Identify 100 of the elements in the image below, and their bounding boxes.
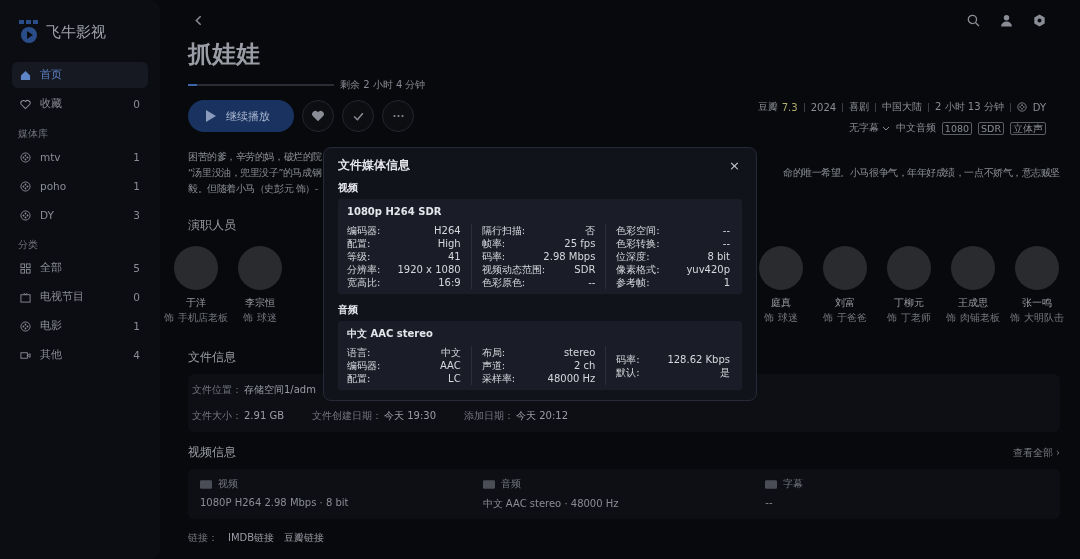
section-heading: 视频	[338, 182, 359, 194]
stream-value: --	[765, 497, 774, 508]
property-label: 布局:	[481, 346, 506, 359]
app-logo-text: 飞牛影视	[46, 22, 106, 42]
settings-icon[interactable]	[1033, 13, 1046, 27]
watched-button[interactable]	[342, 100, 374, 132]
property-value: 16:9	[438, 276, 461, 289]
film-reel-icon	[20, 320, 31, 332]
stream-title: 中文 AAC stereo	[347, 328, 434, 340]
property-value: 1920 x 1080	[397, 263, 461, 276]
subtitle-dropdown[interactable]: 无字幕	[848, 121, 890, 135]
photo-placeholder[interactable]	[1015, 246, 1059, 290]
film-reel-icon	[20, 151, 31, 163]
property-value: 中文	[440, 346, 461, 359]
external-link[interactable]: 豆瓣链接	[284, 531, 325, 545]
play-button[interactable]: 继续播放	[188, 100, 294, 132]
property-value: --	[588, 276, 596, 289]
photo-placeholder[interactable]	[174, 246, 218, 290]
grid-icon	[20, 262, 31, 274]
property-label: 等级:	[347, 250, 371, 263]
property-value: 2 ch	[573, 359, 596, 372]
dialog-title: 文件媒体信息	[338, 156, 410, 174]
photo-placeholder[interactable]	[238, 246, 282, 290]
remaining-time: 剩余 2 小时 4 分钟	[340, 78, 426, 92]
logo-icon	[18, 20, 40, 44]
property-label: 色彩原色:	[481, 276, 526, 289]
cast-role: 饰 肉铺老板	[946, 312, 1000, 325]
property-value: 是	[720, 365, 730, 379]
movie-title: 抓娃娃	[188, 40, 261, 68]
property-value: 128.62 Kbps	[667, 352, 730, 366]
property-label: 分辨率:	[347, 263, 381, 276]
section-heading: 音频	[338, 304, 359, 316]
user-icon[interactable]	[1000, 13, 1013, 27]
stream-title: 1080p H264 SDR	[347, 206, 443, 218]
photo-placeholder[interactable]	[887, 246, 931, 290]
cast-role: 饰 球迷	[243, 312, 277, 325]
format-tag: 立体声	[1010, 121, 1046, 135]
more-button[interactable]	[382, 100, 414, 132]
field-label: 文件位置：	[192, 384, 242, 396]
property-label: 像素格式:	[616, 263, 660, 276]
field-label: 文件大小：	[192, 410, 242, 422]
sidebar-item[interactable]: 电影 1	[12, 313, 148, 339]
cast-name: 刘富	[835, 296, 855, 310]
property-label: 声道:	[481, 359, 506, 372]
meta-text: 喜剧	[849, 100, 870, 114]
property-label: 编码器:	[347, 359, 381, 372]
sidebar-item[interactable]: mtv 1	[12, 144, 148, 170]
property-label: 默认:	[616, 365, 640, 379]
stream-icon	[765, 479, 778, 489]
photo-placeholder[interactable]	[951, 246, 995, 290]
description-text: 毅。但随着小马（史彭元 饰）-	[188, 182, 318, 196]
stream-label: 视频	[218, 477, 238, 491]
view-all-link[interactable]: 查看全部 ›	[1012, 445, 1060, 460]
sidebar-item[interactable]: DY 3	[12, 202, 148, 228]
photo-placeholder[interactable]	[759, 246, 803, 290]
description-text: 命的唯一希望。小马很争气，年年好成绩，一点不娇气，意志贼坚	[783, 166, 1060, 180]
stream-value: 中文 AAC stereo · 48000 Hz	[482, 497, 620, 511]
cast-role: 饰 球迷	[764, 312, 798, 325]
more-icon	[391, 114, 405, 118]
photo-placeholder[interactable]	[823, 246, 867, 290]
search-icon[interactable]	[967, 13, 980, 27]
field-label: 添加日期：	[464, 410, 515, 422]
property-label: 编码器:	[347, 224, 381, 237]
sidebar-item[interactable]: 其他 4	[12, 342, 148, 368]
heart-icon	[20, 98, 31, 110]
sidebar-item[interactable]: 电视节目 0	[12, 284, 148, 310]
film-reel-icon	[20, 180, 31, 192]
sidebar-heading: 分类	[18, 238, 39, 252]
property-label: 色彩转换:	[616, 237, 660, 250]
property-value: 否	[585, 224, 596, 237]
property-label: 配置:	[347, 237, 371, 250]
property-label: 参考帧:	[616, 276, 650, 289]
close-button[interactable]: ×	[729, 157, 740, 173]
links-label: 链接：	[188, 531, 218, 545]
stream-icon	[482, 479, 495, 489]
field-value: 存储空间1/adm	[244, 384, 316, 396]
caret-icon	[881, 125, 890, 131]
property-value: --	[722, 224, 730, 237]
format-tag: SDR	[978, 121, 1004, 135]
sidebar-item[interactable]: 全部 5	[12, 255, 148, 281]
format-tag: 1080	[941, 121, 973, 135]
external-link[interactable]: IMDB链接	[228, 531, 275, 545]
stream-value: 1080P H264 2.98 Mbps · 8 bit	[200, 497, 350, 508]
property-value: 8 bit	[707, 250, 730, 263]
sidebar-item[interactable]: poho 1	[12, 173, 148, 199]
meta-text: 2 小时 13 分钟	[935, 100, 1004, 114]
property-value: stereo	[563, 346, 596, 359]
film-reel-icon	[20, 209, 31, 221]
cast-role: 饰 丁老师	[887, 312, 931, 325]
sidebar-item[interactable]: 收藏 0	[12, 91, 148, 117]
stream-label: 字幕	[783, 477, 804, 491]
stream-label: 音频	[500, 477, 521, 491]
film-reel-icon	[1016, 102, 1027, 112]
property-label: 采样率:	[481, 372, 516, 385]
property-value: H264	[434, 224, 461, 237]
cast-name: 丁柳元	[894, 296, 924, 310]
favorite-button[interactable]	[302, 100, 334, 132]
sidebar-item[interactable]: 首页	[12, 62, 148, 88]
field-value: 今天 19:30	[384, 410, 437, 422]
cast-role: 饰 于爸爸	[823, 312, 867, 325]
